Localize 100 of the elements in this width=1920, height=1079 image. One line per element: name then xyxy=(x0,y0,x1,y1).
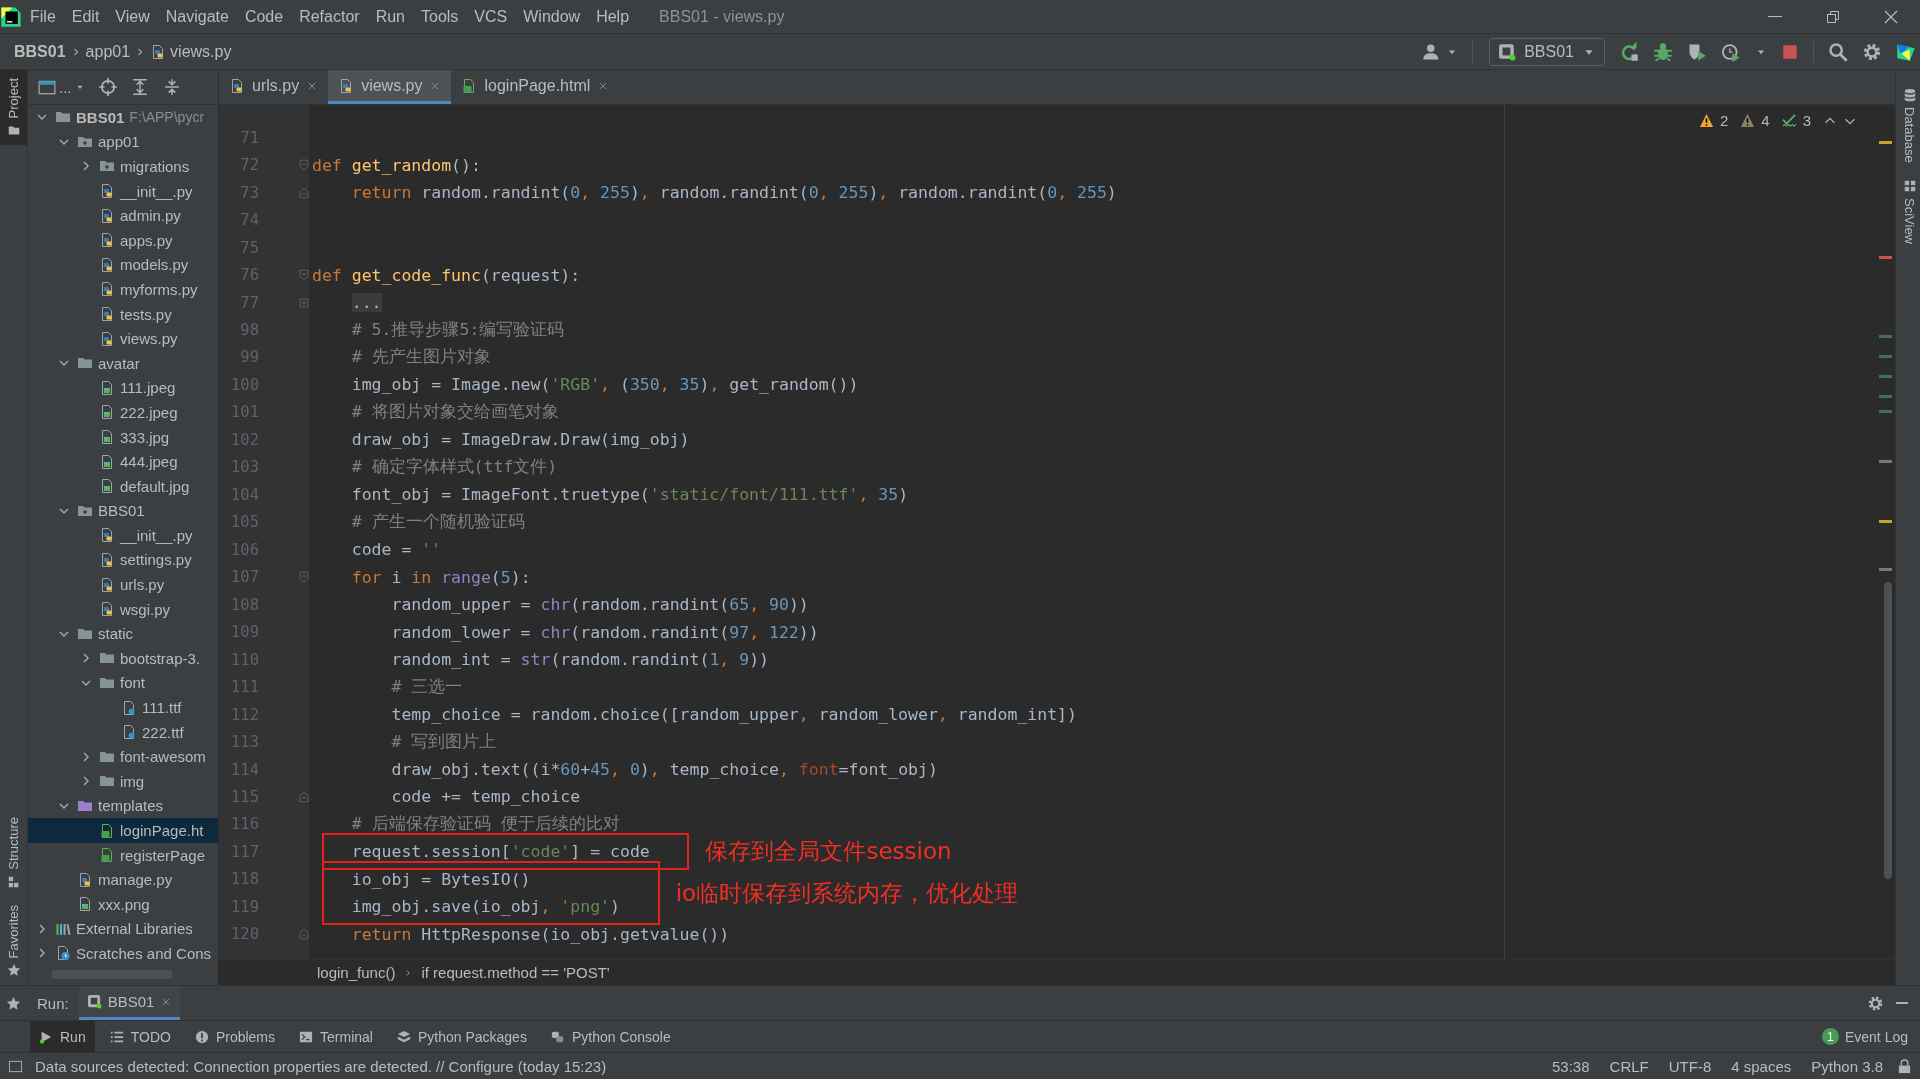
tree-item[interactable]: External Libraries xyxy=(28,916,218,942)
tool-window-tab[interactable]: Terminal xyxy=(290,1021,382,1052)
tree-item[interactable]: avatar xyxy=(28,350,218,376)
debug-icon[interactable] xyxy=(1653,41,1673,62)
locate-icon[interactable] xyxy=(98,78,117,96)
tree-item[interactable]: manage.py xyxy=(28,867,218,892)
editor-tab[interactable]: loginPage.html xyxy=(451,70,620,104)
breadcrumb-item[interactable]: views.py xyxy=(150,42,232,61)
tool-window-tab[interactable]: Database xyxy=(1896,80,1920,171)
code-line: def get_random(): xyxy=(312,155,481,175)
tree-item[interactable]: font-awesom xyxy=(28,744,218,770)
menu-item[interactable]: Navigate xyxy=(157,3,237,30)
settings-icon[interactable] xyxy=(1867,994,1884,1012)
tool-window-tab[interactable]: SciView xyxy=(1896,170,1920,252)
stop-icon[interactable] xyxy=(1781,42,1799,61)
profiler-icon[interactable] xyxy=(1721,41,1741,62)
tree-item[interactable]: settings.py xyxy=(28,547,218,573)
warning-icon[interactable] xyxy=(1698,113,1714,128)
menu-item[interactable]: File xyxy=(22,3,64,30)
tree-item[interactable]: templates xyxy=(28,793,218,819)
tool-window-tab[interactable]: Problems xyxy=(185,1021,285,1052)
tool-window-tab[interactable]: Python Console xyxy=(541,1021,680,1052)
menu-item[interactable]: Refactor xyxy=(291,3,368,30)
tree-item[interactable]: Scratches and Cons xyxy=(28,941,218,966)
fold-marker-icon[interactable] xyxy=(296,790,311,804)
collapse-all-icon[interactable] xyxy=(162,78,181,96)
menu-item[interactable]: Edit xyxy=(63,3,108,30)
typo-check-icon[interactable] xyxy=(1781,113,1797,128)
menu-item[interactable]: Window xyxy=(515,3,589,30)
line-separator[interactable]: CRLF xyxy=(1603,1057,1655,1075)
fold-marker-icon[interactable] xyxy=(296,268,311,283)
tree-item[interactable]: __init__.py xyxy=(28,523,218,548)
settings-icon[interactable] xyxy=(1862,41,1882,62)
tree-item[interactable]: registerPage xyxy=(28,842,218,868)
menu-item[interactable]: Tools xyxy=(413,3,467,30)
fold-marker-icon[interactable] xyxy=(296,570,311,585)
tree-item[interactable]: bootstrap-3. xyxy=(28,646,218,671)
warning-count[interactable]: 2 xyxy=(1719,112,1729,129)
expand-all-icon[interactable] xyxy=(130,78,149,96)
tree-item[interactable]: myforms.py xyxy=(28,277,218,302)
fold-marker-icon[interactable] xyxy=(296,158,311,173)
run-configuration-dropdown[interactable]: BBS01 xyxy=(1489,37,1605,66)
typo-count[interactable]: 3 xyxy=(1802,112,1811,129)
tree-item[interactable]: 111.ttf xyxy=(28,695,218,720)
tree-item[interactable]: BBS01 F:\APP\pycr xyxy=(28,105,218,130)
tree-item[interactable]: migrations xyxy=(28,154,218,179)
breadcrumb-item[interactable]: if request.method == 'POST' xyxy=(421,964,610,981)
status-panel-icon[interactable] xyxy=(8,1058,23,1074)
tree-item[interactable]: wsgi.py xyxy=(28,596,218,622)
tree-item[interactable]: 333.jpg xyxy=(28,424,218,450)
tree-item[interactable]: models.py xyxy=(28,252,218,278)
tool-window-tab[interactable]: Project xyxy=(0,70,27,146)
weak-warning-icon[interactable] xyxy=(1740,113,1756,128)
tool-window-tab[interactable]: Python Packages xyxy=(387,1021,536,1052)
menu-item[interactable]: VCS xyxy=(466,3,516,30)
breadcrumb-item[interactable]: app01 xyxy=(85,42,131,61)
tree-item[interactable]: xxx.png xyxy=(28,892,218,917)
tree-item[interactable]: app01 xyxy=(28,129,218,155)
tool-window-tab[interactable]: TODO xyxy=(100,1021,180,1052)
favorites-icon[interactable] xyxy=(6,995,21,1011)
tree-item[interactable]: tests.py xyxy=(28,301,218,327)
editor-tab[interactable]: views.py xyxy=(328,70,452,104)
indent-setting[interactable]: 4 spaces xyxy=(1725,1057,1798,1075)
weak-warning-count[interactable]: 4 xyxy=(1761,112,1770,129)
tree-item[interactable]: admin.py xyxy=(28,203,218,228)
editor-tab[interactable]: urls.py xyxy=(219,70,329,104)
caret-position[interactable]: 53:38 xyxy=(1546,1057,1596,1075)
tree-item[interactable]: default.jpg xyxy=(28,473,218,499)
rerun-icon[interactable] xyxy=(1619,41,1639,62)
fold-marker-icon[interactable] xyxy=(296,927,311,942)
tree-item[interactable]: font xyxy=(28,670,218,696)
interpreter-selector[interactable]: Python 3.8 xyxy=(1805,1057,1889,1075)
tree-item[interactable]: views.py xyxy=(28,326,218,351)
search-icon[interactable] xyxy=(1828,41,1848,62)
tree-item[interactable]: 444.jpeg xyxy=(28,449,218,474)
file-encoding[interactable]: UTF-8 xyxy=(1662,1057,1718,1075)
tool-window-tab[interactable]: Structure xyxy=(0,808,27,897)
menu-item[interactable]: Help xyxy=(588,3,638,30)
console-tab[interactable]: BBS01 xyxy=(78,986,181,1020)
tree-item[interactable]: 222.ttf xyxy=(28,719,218,745)
lock-icon[interactable] xyxy=(1897,1058,1912,1074)
event-log-button[interactable]: Event Log xyxy=(1844,1028,1908,1045)
tree-item[interactable]: BBS01 xyxy=(28,498,218,524)
breadcrumb-item[interactable]: BBS01 xyxy=(14,42,66,61)
tree-item[interactable]: __init__.py xyxy=(28,178,218,204)
tree-item[interactable]: urls.py xyxy=(28,572,218,597)
menu-item[interactable]: Code xyxy=(236,3,292,30)
tree-item[interactable]: loginPage.ht xyxy=(28,818,218,843)
tree-item[interactable]: apps.py xyxy=(28,227,218,253)
menu-item[interactable]: Run xyxy=(367,3,413,30)
view-selector[interactable]: ... xyxy=(38,78,85,96)
breadcrumb-item[interactable]: login_func() xyxy=(317,964,396,981)
tree-item[interactable]: 111.jpeg xyxy=(28,375,218,401)
tool-window-tab[interactable]: Run xyxy=(30,1021,95,1052)
tool-window-tab[interactable]: Favorites xyxy=(0,896,27,985)
fold-marker-icon[interactable] xyxy=(296,185,311,200)
menu-item[interactable]: View xyxy=(107,3,158,30)
tree-item[interactable]: 222.jpeg xyxy=(28,400,218,425)
tree-item[interactable]: img xyxy=(28,769,218,794)
tree-item[interactable]: static xyxy=(28,621,218,647)
